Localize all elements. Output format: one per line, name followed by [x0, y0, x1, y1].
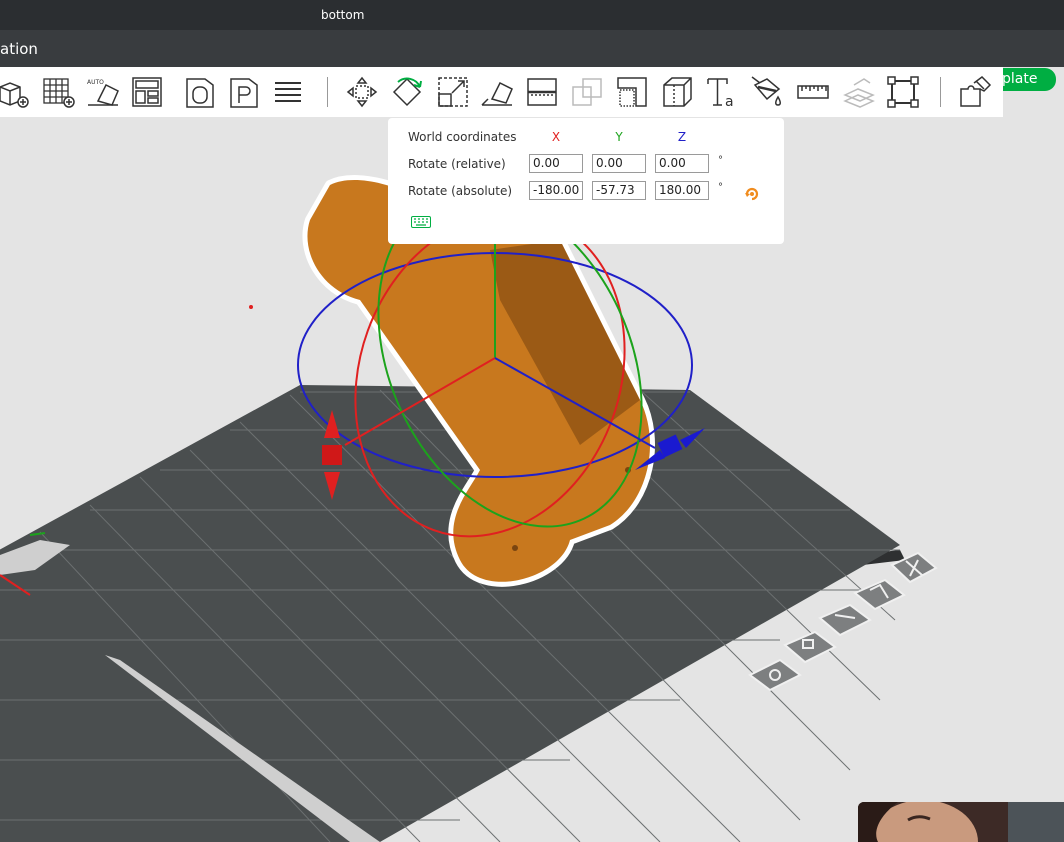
object-list-icon[interactable] [183, 75, 217, 109]
webcam-image [858, 802, 1064, 842]
rotate-absolute-x-input[interactable]: -180.00 [529, 181, 583, 200]
rotate-relative-z-input[interactable]: 0.00 [655, 154, 709, 173]
layers-icon[interactable] [271, 75, 305, 109]
world-coordinates-label: World coordinates [408, 130, 517, 144]
flatten-icon[interactable] [886, 75, 920, 109]
svg-text:a: a [725, 94, 734, 109]
title-bar: bottom [0, 0, 1064, 30]
seam-paint-icon[interactable] [660, 75, 694, 109]
rotate-relative-x-input[interactable]: 0.00 [529, 154, 583, 173]
rotate-absolute-z-input[interactable]: 180.00 [655, 181, 709, 200]
degree-unit: ° [718, 182, 723, 193]
axis-y-header: Y [615, 130, 623, 144]
color-paint-icon[interactable] [750, 75, 784, 109]
arrange-icon[interactable] [130, 75, 164, 109]
keyboard-shortcuts-icon[interactable] [411, 216, 431, 228]
webcam-overlay [858, 802, 1064, 842]
axis-x-header: X [551, 130, 561, 144]
rotate-relative-label: Rotate (relative) [408, 157, 506, 171]
degree-unit: ° [718, 155, 723, 166]
plate-arrange-icon[interactable] [818, 603, 872, 637]
support-paint-icon[interactable] [615, 75, 649, 109]
axis-z-header: Z [677, 130, 687, 144]
split-parts-icon[interactable] [958, 75, 992, 109]
text-icon[interactable]: a [705, 75, 739, 110]
svg-text:AUTO: AUTO [87, 79, 104, 86]
viewport-marker-dot [249, 305, 253, 309]
assembly-icon [842, 75, 876, 109]
add-plate-icon[interactable] [42, 75, 76, 109]
boolean-icon [570, 75, 604, 109]
tab-preparation[interactable]: ation [0, 40, 38, 58]
plate-lock-icon[interactable] [783, 630, 837, 664]
measure-icon[interactable] [796, 75, 830, 109]
add-object-icon[interactable] [0, 75, 30, 109]
toolbar: AUTO a [0, 67, 1003, 117]
menu-bar: ation ⌄ Slice plate [0, 30, 1064, 91]
window-title: bottom [321, 8, 365, 22]
move-icon[interactable] [345, 75, 379, 109]
cut-icon[interactable] [525, 75, 559, 109]
toolbar-separator [940, 77, 941, 107]
rotate-icon[interactable] [390, 75, 424, 109]
plate-list-icon[interactable] [227, 75, 261, 109]
reset-rotation-icon[interactable] [744, 185, 760, 201]
toolbar-separator [327, 77, 328, 107]
plate-settings-icon[interactable] [748, 658, 802, 692]
scale-icon[interactable] [436, 75, 470, 109]
rotate-panel: World coordinates X Y Z Rotate (relative… [388, 118, 784, 244]
auto-orient-icon[interactable]: AUTO [86, 75, 120, 109]
rotate-absolute-y-input[interactable]: -57.73 [592, 181, 646, 200]
plate-pick-icon[interactable] [853, 578, 906, 611]
rotate-relative-y-input[interactable]: 0.00 [592, 154, 646, 173]
rotate-absolute-label: Rotate (absolute) [408, 184, 513, 198]
lay-on-face-icon[interactable] [480, 75, 514, 109]
build-plate[interactable] [0, 385, 900, 842]
